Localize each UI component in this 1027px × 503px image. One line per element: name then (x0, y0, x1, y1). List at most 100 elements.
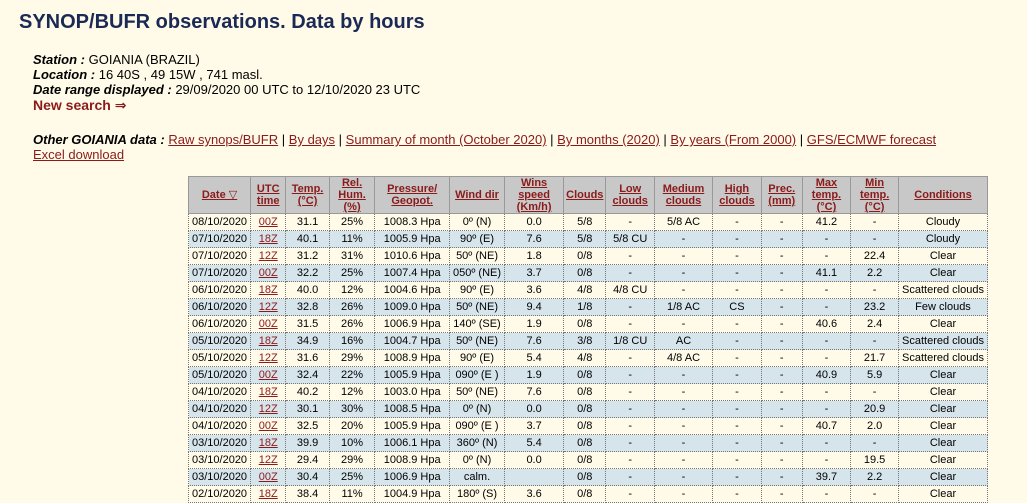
utc-time-link[interactable]: 00Z (259, 267, 278, 279)
table-cell: 0/8 (563, 264, 607, 282)
table-cell: 39.7 (802, 468, 852, 486)
table-cell: - (712, 451, 762, 469)
table-cell: - (654, 468, 714, 486)
col-precip[interactable]: Prec. (mm) (760, 176, 803, 214)
utc-time-link[interactable]: 00Z (259, 369, 278, 381)
table-cell: - (712, 400, 762, 418)
table-cell: 9.4 (504, 298, 565, 316)
table-cell: 0/8 (563, 468, 607, 486)
table-cell: - (654, 315, 714, 333)
utc-time-link[interactable]: 12Z (259, 301, 278, 313)
col-utc-time[interactable]: UTC time (250, 176, 287, 214)
excel-download-link[interactable]: Excel download (33, 147, 124, 162)
table-cell: - (761, 315, 803, 333)
col-high-clouds[interactable]: High clouds (712, 176, 762, 214)
col-wind-speed[interactable]: Wins speed (Km/h) (504, 176, 565, 214)
table-cell: 0º (N) (449, 213, 506, 231)
table-cell: 12Z (250, 349, 287, 367)
forecast-link[interactable]: GFS/ECMWF forecast (807, 132, 936, 147)
utc-time-link[interactable]: 00Z (259, 471, 278, 483)
table-cell: - (850, 281, 899, 299)
table-cell: 2.2 (850, 264, 899, 282)
utc-time-link[interactable]: 18Z (259, 437, 278, 449)
table-cell: 5/8 (563, 213, 607, 231)
raw-synops-link[interactable]: Raw synops/BUFR (168, 132, 278, 147)
table-row: 04/10/2020 00Z 32.5 20% 1005.9 Hpa 090º (E ) 3… (187, 417, 988, 435)
table-cell: 00Z (250, 468, 287, 486)
col-max-temp[interactable]: Max temp. (°C) (801, 176, 852, 214)
table-cell: 12% (329, 383, 376, 401)
table-cell: 3.7 (504, 264, 565, 282)
col-pressure[interactable]: Pressure/ Geopot. (374, 176, 450, 214)
utc-time-link[interactable]: 18Z (259, 284, 278, 296)
table-cell: 5/8 (563, 230, 607, 248)
table-cell: 22.4 (850, 247, 899, 265)
table-cell: - (761, 349, 803, 367)
table-cell: 0/8 (563, 366, 607, 384)
new-search-link[interactable]: New search ⇒ (33, 98, 420, 113)
summary-month-link[interactable]: Summary of month (October 2020) (346, 132, 547, 147)
utc-time-link[interactable]: 18Z (259, 335, 278, 347)
utc-time-link[interactable]: 12Z (259, 352, 278, 364)
utc-time-link[interactable]: 12Z (259, 250, 278, 262)
utc-time-link[interactable]: 18Z (259, 386, 278, 398)
table-cell: 0/8 (563, 400, 607, 418)
col-rel-hum[interactable]: Rel. Hum. (%) (328, 176, 376, 214)
table-cell: Scattered clouds (898, 281, 988, 299)
table-cell: - (761, 434, 803, 452)
table-cell: 090º (E ) (449, 366, 506, 384)
table-cell: 12Z (250, 298, 287, 316)
table-cell: - (850, 434, 899, 452)
table-cell: - (605, 417, 655, 435)
col-conditions[interactable]: Conditions (898, 176, 988, 214)
col-medium-clouds[interactable]: Medium clouds (653, 176, 714, 214)
table-cell: 0.0 (504, 451, 565, 469)
table-cell: 40.2 (285, 383, 330, 401)
table-row: 06/10/2020 18Z 40.0 12% 1004.6 Hpa 90º (E) 3.6… (187, 281, 988, 299)
utc-time-link[interactable]: 12Z (259, 454, 278, 466)
utc-time-link[interactable]: 18Z (259, 488, 278, 500)
table-cell: 2.4 (850, 315, 899, 333)
table-cell: 07/10/2020 (187, 247, 252, 265)
col-min-temp[interactable]: Min temp. (°C) (850, 176, 899, 214)
utc-time-link[interactable]: 00Z (259, 216, 278, 228)
table-cell: 04/10/2020 (187, 417, 252, 435)
table-cell: 1008.5 Hpa (374, 400, 450, 418)
utc-time-link[interactable]: 18Z (259, 233, 278, 245)
by-days-link[interactable]: By days (289, 132, 335, 147)
col-date[interactable]: Date ▽ (187, 176, 252, 214)
table-cell: 30.4 (285, 468, 330, 486)
table-cell: - (654, 383, 714, 401)
table-cell: - (712, 281, 762, 299)
table-cell: 03/10/2020 (187, 451, 252, 469)
station-value: GOIANIA (BRAZIL) (85, 52, 200, 67)
utc-time-link[interactable]: 12Z (259, 403, 278, 415)
table-cell: 1005.9 Hpa (374, 230, 450, 248)
table-cell: - (761, 400, 803, 418)
table-cell: 31.6 (285, 349, 330, 367)
table-cell: 25% (329, 213, 376, 231)
table-cell: 1006.9 Hpa (374, 315, 450, 333)
table-cell: 360º (N) (449, 434, 506, 452)
table-cell: 08/10/2020 (187, 213, 252, 231)
table-cell: - (712, 264, 762, 282)
table-cell: Clear (898, 247, 988, 265)
col-clouds[interactable]: Clouds (563, 176, 607, 214)
utc-time-link[interactable]: 00Z (259, 318, 278, 330)
date-range-line: Date range displayed : 29/09/2020 00 UTC… (33, 82, 420, 97)
other-data-links: Other GOIANIA data : Raw synops/BUFR | B… (33, 132, 937, 162)
table-cell: - (802, 332, 852, 350)
utc-time-link[interactable]: 00Z (259, 420, 278, 432)
by-months-link[interactable]: By months (2020) (557, 132, 660, 147)
table-cell: - (802, 281, 852, 299)
table-cell: 25% (329, 264, 376, 282)
location-value: 16 40S , 49 15W , 741 masl. (95, 67, 263, 82)
col-low-clouds[interactable]: Low clouds (605, 176, 655, 214)
col-wind-dir[interactable]: Wind dir (448, 176, 506, 214)
table-cell: CS (712, 298, 762, 316)
table-row: 05/10/2020 18Z 34.9 16% 1004.7 Hpa 50º (NE) 7.… (187, 332, 988, 350)
table-cell: Clear (898, 485, 988, 503)
col-temp[interactable]: Temp. (°C) (285, 176, 330, 214)
by-years-link[interactable]: By years (From 2000) (670, 132, 796, 147)
table-cell: - (654, 230, 714, 248)
